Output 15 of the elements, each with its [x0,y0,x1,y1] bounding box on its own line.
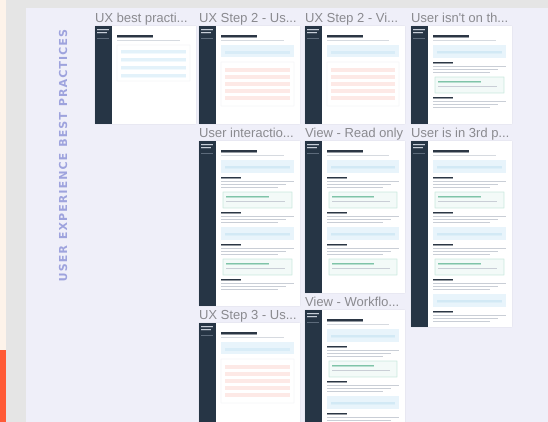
frame-title[interactable]: UX best practi... [95,10,190,25]
accent-bar [0,350,6,422]
page-thumbnail-drawing[interactable] [199,26,300,124]
section-label: USER EXPERIENCE BEST PRACTICES [57,28,70,282]
frame-title[interactable]: UX Step 2 - Vi... [305,10,400,25]
page-thumbnail-drawing[interactable] [199,141,300,306]
page-thumbnail-drawing[interactable] [411,26,512,124]
page-thumbnail-drawing[interactable] [305,310,405,422]
page-thumbnail-drawing[interactable] [305,141,405,293]
frame-title[interactable]: User is in 3rd p... [411,125,512,140]
page-thumbnail-drawing[interactable] [411,141,512,327]
page-thumbnail-drawing[interactable] [199,323,300,422]
frame-title[interactable]: View - Read only [305,125,406,140]
page-thumbnail-drawing[interactable] [95,26,196,124]
page-thumbnail-drawing[interactable] [305,26,405,124]
